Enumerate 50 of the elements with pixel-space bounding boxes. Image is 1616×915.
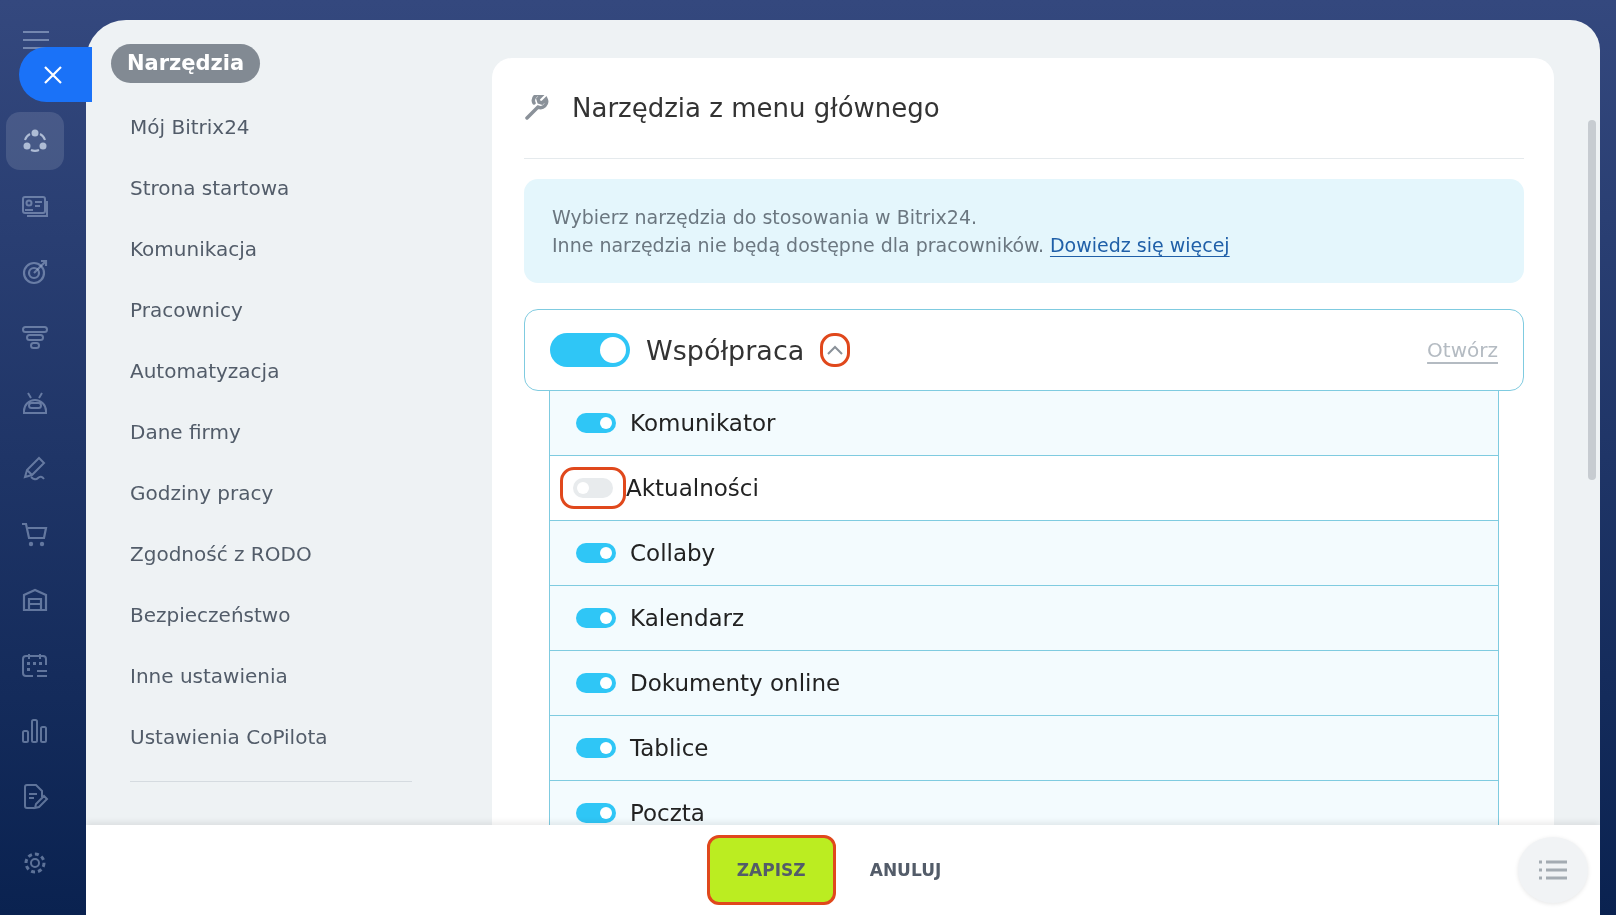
scrollbar[interactable] bbox=[1588, 120, 1596, 480]
settings-menu-item[interactable]: Bezpieczeństwo bbox=[111, 584, 492, 645]
chevron-up-icon bbox=[826, 344, 845, 356]
document-icon bbox=[21, 782, 49, 811]
expand-button[interactable] bbox=[820, 333, 851, 367]
settings-menu-item[interactable]: Komunikacja bbox=[111, 218, 492, 279]
tool-label: Aktualności bbox=[626, 475, 759, 501]
settings-menu-item[interactable]: Strona startowa bbox=[111, 157, 492, 218]
toggle-switch[interactable] bbox=[576, 543, 616, 563]
tool-label: Tablice bbox=[630, 735, 709, 761]
calendar-icon bbox=[21, 651, 49, 680]
close-button[interactable] bbox=[19, 47, 92, 102]
settings-menu-item[interactable]: Dane firmy bbox=[111, 401, 492, 462]
settings-menu-item[interactable]: Godziny pracy bbox=[111, 462, 492, 523]
toggle-switch[interactable] bbox=[550, 333, 630, 367]
settings-menu-item[interactable]: Pracownicy bbox=[111, 279, 492, 340]
cancel-button[interactable]: ANULUJ bbox=[861, 852, 950, 888]
save-button[interactable]: ZAPISZ bbox=[706, 835, 836, 905]
settings-menu-item[interactable]: Ustawienia CoPilota bbox=[111, 706, 492, 767]
learn-more-link[interactable]: Dowiedz się więcej bbox=[1049, 234, 1230, 256]
settings-menu-item[interactable]: Zgodność z RODO bbox=[111, 523, 492, 584]
tool-label: Kalendarz bbox=[630, 605, 745, 631]
info-text: Wybierz narzędzia do stosowania w Bitrix24. bbox=[552, 205, 978, 230]
group-label: Współpraca bbox=[646, 334, 805, 366]
settings-menu-item[interactable]: Mój Bitrix24 bbox=[111, 96, 492, 157]
tool-label: Dokumenty online bbox=[630, 670, 841, 696]
funnel-icon bbox=[21, 323, 49, 352]
tool-label: Collaby bbox=[630, 540, 716, 566]
sidebar-item[interactable] bbox=[6, 112, 64, 170]
info-text: Inne narzędzia nie będą dostępne dla pracowników. bbox=[552, 234, 1044, 256]
list-icon bbox=[1539, 860, 1567, 880]
menu-button[interactable] bbox=[1518, 837, 1588, 903]
toggle-switch[interactable] bbox=[576, 608, 616, 628]
toggle-switch[interactable] bbox=[576, 413, 616, 433]
toggle-switch[interactable] bbox=[576, 738, 616, 758]
settings-menu-item[interactable]: Automatyzacja bbox=[111, 340, 492, 401]
cart-icon bbox=[21, 520, 49, 549]
share-icon bbox=[21, 127, 49, 155]
target-icon bbox=[21, 258, 49, 287]
card-title: Narzędzia z menu głównego bbox=[572, 93, 940, 123]
tool-label: Poczta bbox=[630, 800, 705, 825]
bar-chart-icon bbox=[21, 717, 49, 746]
close-icon bbox=[43, 65, 62, 84]
section-heading: Narzędzia bbox=[111, 44, 261, 83]
toggle-switch[interactable] bbox=[576, 803, 616, 823]
settings-menu-item[interactable]: Inne ustawienia bbox=[111, 645, 492, 706]
wrench-icon bbox=[524, 95, 550, 121]
menu-icon[interactable] bbox=[23, 30, 49, 50]
toggle-switch[interactable] bbox=[576, 673, 616, 693]
tool-label: Komunikator bbox=[630, 410, 776, 436]
